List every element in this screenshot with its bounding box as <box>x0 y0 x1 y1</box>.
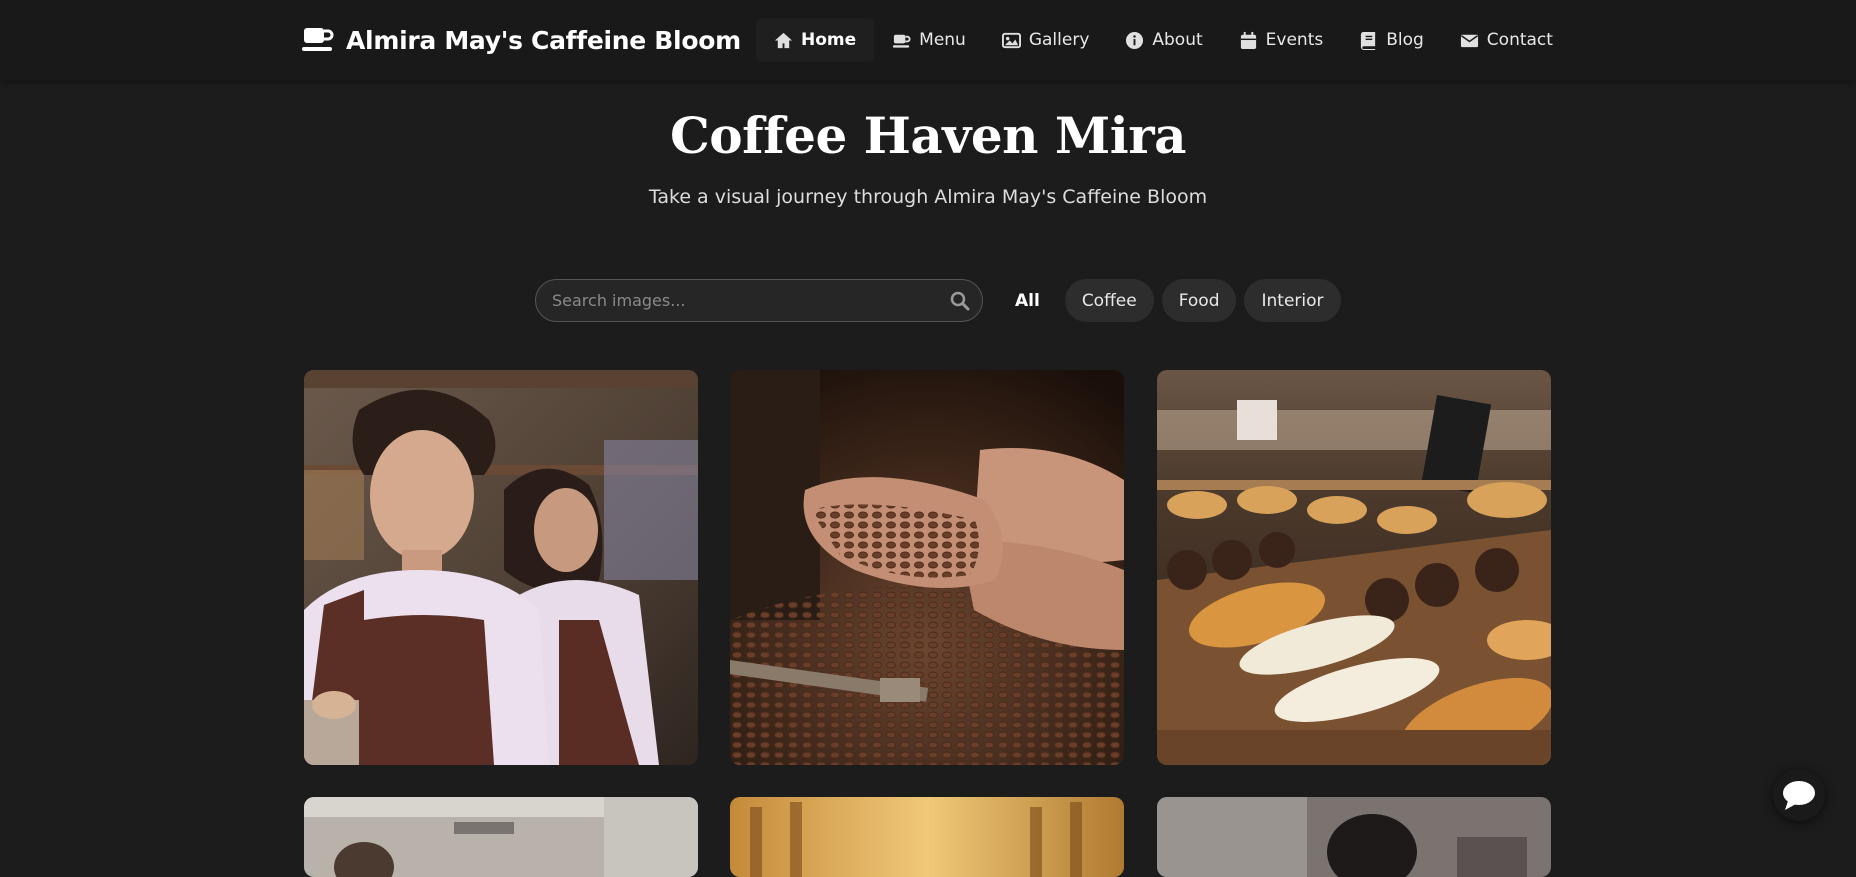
home-icon <box>774 32 793 48</box>
baristas-photo <box>304 370 698 765</box>
nav-item-label: Events <box>1265 30 1324 50</box>
search-icon[interactable] <box>950 291 970 311</box>
barista-portrait-photo <box>1157 797 1551 877</box>
brand-link[interactable]: Almira May's Caffeine Bloom <box>302 20 741 60</box>
gallery-image-coffee-bar[interactable] <box>730 797 1124 877</box>
nav-item-menu[interactable]: Menu <box>874 18 984 62</box>
gallery-image-cafe-counter[interactable] <box>304 797 698 877</box>
nav-item-gallery[interactable]: Gallery <box>984 18 1108 62</box>
coffee-bar-photo <box>730 797 1124 877</box>
coffee-beans-photo <box>730 370 1124 765</box>
nav-item-label: Home <box>801 30 857 50</box>
filter-food-button[interactable]: Food <box>1161 279 1237 322</box>
info-icon <box>1126 31 1144 49</box>
gallery-image-coffee-beans[interactable] <box>730 370 1124 765</box>
nav-item-label: About <box>1152 30 1203 50</box>
cafe-counter-photo <box>304 797 698 877</box>
nav-item-contact[interactable]: Contact <box>1442 18 1571 62</box>
nav-item-events[interactable]: Events <box>1221 18 1342 62</box>
coffee-cup-icon <box>893 34 911 48</box>
filter-group: All Coffee Food Interior <box>998 279 1341 322</box>
filter-interior-button[interactable]: Interior <box>1244 279 1341 322</box>
nav-item-label: Blog <box>1386 30 1424 50</box>
gallery-image-barista-portrait[interactable] <box>1157 797 1551 877</box>
nav-links: Home Menu Gallery About Events Blog Cont… <box>756 18 1571 62</box>
filter-all-button[interactable]: All <box>998 279 1057 322</box>
pastries-photo <box>1157 370 1551 765</box>
filter-coffee-button[interactable]: Coffee <box>1064 279 1154 322</box>
calendar-icon <box>1240 31 1256 49</box>
nav-item-blog[interactable]: Blog <box>1341 18 1442 62</box>
nav-item-label: Gallery <box>1028 30 1090 50</box>
search-input[interactable] <box>536 280 982 321</box>
gallery-image-pastries[interactable] <box>1157 370 1551 765</box>
nav-item-home[interactable]: Home <box>756 18 875 62</box>
gallery-image-baristas[interactable] <box>304 370 698 765</box>
nav-item-label: Contact <box>1486 30 1553 50</box>
navbar: Almira May's Caffeine Bloom Home Menu Ga… <box>0 0 1856 80</box>
coffee-cup-icon <box>302 28 334 51</box>
image-icon <box>1001 32 1021 48</box>
search-box <box>535 279 983 322</box>
nav-item-label: Menu <box>919 30 966 50</box>
page-title: Coffee Haven Mira <box>669 106 1187 165</box>
chat-button[interactable] <box>1773 769 1825 821</box>
nav-item-about[interactable]: About <box>1107 18 1220 62</box>
book-icon <box>1361 31 1376 50</box>
page-subtitle: Take a visual journey through Almira May… <box>648 186 1208 208</box>
chat-bubble-icon <box>1783 781 1815 810</box>
envelope-icon <box>1460 34 1478 47</box>
brand-title: Almira May's Caffeine Bloom <box>346 25 741 55</box>
